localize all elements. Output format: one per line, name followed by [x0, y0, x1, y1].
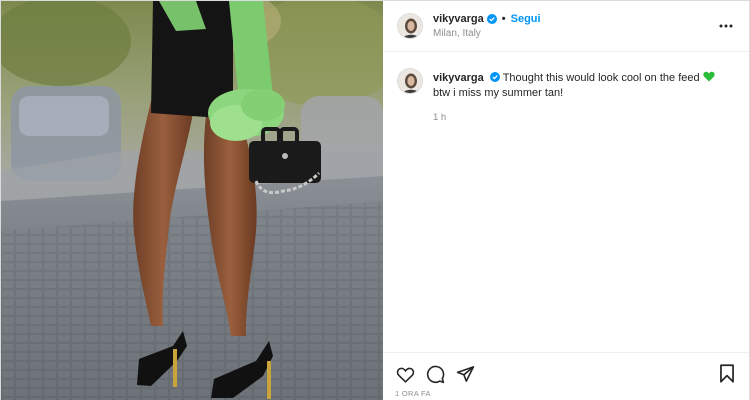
caption-time: 1 h	[433, 112, 447, 123]
actions-bar: 1 ORA FA	[383, 352, 749, 400]
verified-badge-icon	[486, 14, 497, 24]
caption-text-after: btw i miss my summer tan!	[433, 87, 564, 99]
caption-row: vikyvarga Thought this would look cool o…	[397, 68, 735, 125]
action-buttons	[395, 364, 485, 384]
post-photo-image	[1, 1, 383, 400]
header-user-line: vikyvarga • Segui	[433, 13, 541, 26]
avatar-photo-icon	[398, 14, 422, 38]
separator-dot: •	[501, 12, 506, 25]
bookmark-icon[interactable]	[719, 364, 739, 384]
post-header: vikyvarga • Segui Milan, Italy	[383, 1, 749, 52]
username-link[interactable]: vikyvarga	[433, 13, 484, 26]
caption-text-before: Thought this would look cool on the feed	[502, 72, 700, 84]
caption-text: vikyvarga Thought this would look cool o…	[433, 71, 733, 101]
comments-area: vikyvarga Thought this would look cool o…	[383, 52, 749, 352]
caption-body: vikyvarga Thought this would look cool o…	[433, 71, 733, 125]
header-text: vikyvarga • Segui Milan, Italy	[433, 13, 541, 40]
heart-outline-icon[interactable]	[395, 364, 415, 384]
caption-username-link[interactable]: vikyvarga	[433, 72, 484, 84]
avatar-photo-icon	[398, 69, 422, 93]
verified-badge-icon	[489, 72, 500, 82]
post-photo[interactable]	[1, 1, 383, 400]
avatar[interactable]	[397, 13, 423, 39]
post-side-panel: vikyvarga • Segui Milan, Italy vikyvarga…	[383, 1, 749, 400]
instagram-post: vikyvarga • Segui Milan, Italy vikyvarga…	[0, 0, 750, 400]
share-send-icon[interactable]	[455, 364, 475, 384]
location-link[interactable]: Milan, Italy	[433, 28, 541, 40]
comment-icon[interactable]	[425, 364, 445, 384]
green-heart-icon	[703, 71, 715, 82]
follow-button[interactable]: Segui	[511, 13, 541, 26]
caption-avatar[interactable]	[397, 68, 423, 94]
posted-time: 1 ORA FA	[395, 389, 431, 398]
more-options-icon[interactable]	[717, 18, 735, 34]
